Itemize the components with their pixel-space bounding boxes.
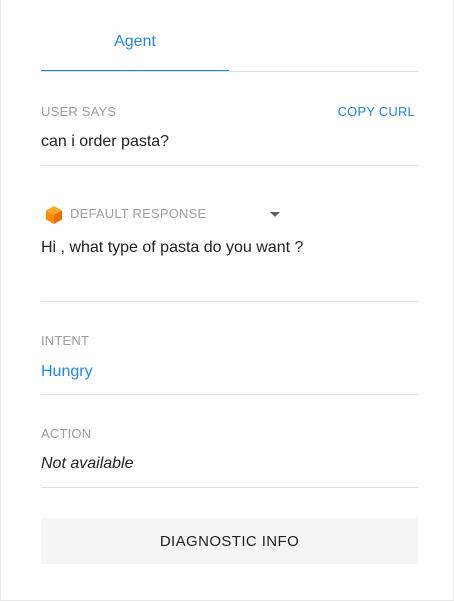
intent-divider	[41, 394, 418, 395]
intent-label: INTENT	[41, 333, 90, 348]
action-divider	[41, 487, 418, 488]
tabs-divider	[41, 71, 418, 72]
action-value: Not available	[41, 455, 134, 472]
dialogflow-cube-icon	[46, 206, 62, 224]
chevron-down-icon[interactable]	[270, 212, 280, 217]
intent-link[interactable]: Hungry	[41, 363, 93, 381]
default-response-divider	[41, 301, 418, 302]
action-label: ACTION	[41, 426, 92, 441]
default-response-label: DEFAULT RESPONSE	[70, 206, 207, 221]
copy-curl-button[interactable]: COPY CURL	[338, 104, 415, 119]
user-says-divider	[41, 165, 418, 166]
tab-agent[interactable]: Agent	[41, 28, 229, 72]
user-says-value: can i order pasta?	[41, 133, 170, 150]
user-says-label: USER SAYS	[41, 104, 117, 119]
default-response-value: Hi , what type of pasta do you want ?	[41, 239, 304, 256]
diagnostic-info-button[interactable]: DIAGNOSTIC INFO	[41, 518, 418, 564]
agent-test-panel: Agent USER SAYS COPY CURL can i order pa…	[0, 0, 454, 601]
tab-agent-label: Agent	[114, 33, 156, 50]
